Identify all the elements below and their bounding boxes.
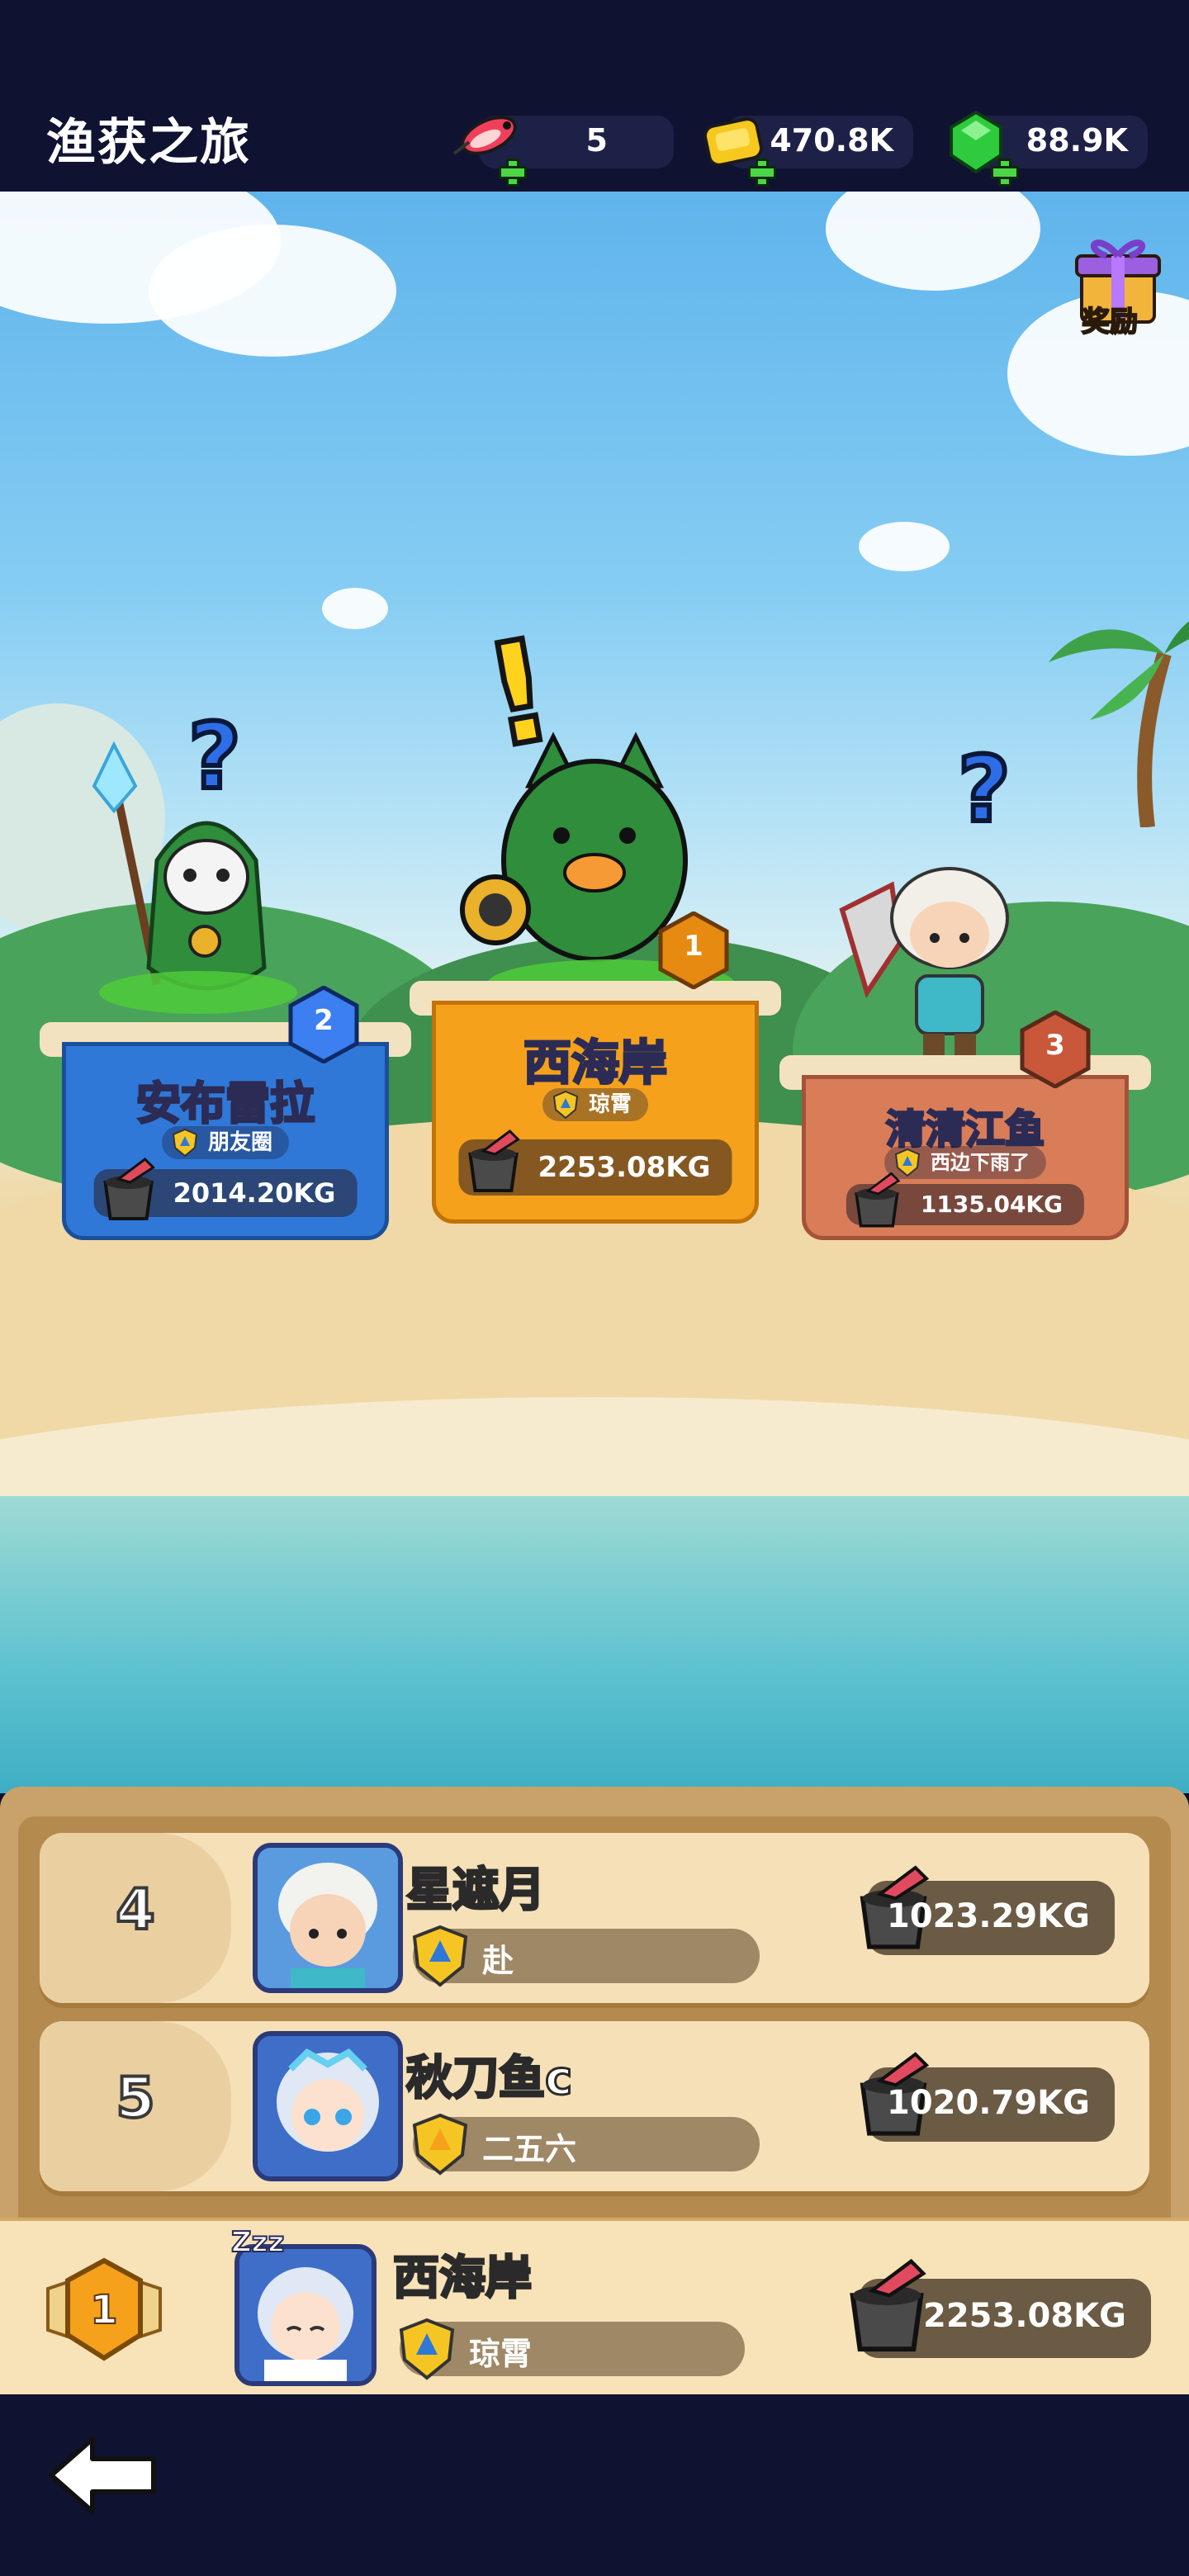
club-name: 朋友圈: [207, 1130, 273, 1155]
podium-first-weight: 2253.08KG: [458, 1129, 732, 1196]
avatar: [234, 2244, 377, 2386]
weight-tag: 1020.79KG: [860, 2052, 1115, 2142]
leaderboard-panel: 4 星遮月 赴 1023.29KG 5 秋刀鱼c 二五六 1020.79KG: [0, 1787, 1189, 2246]
weight-value: 2253.08KG: [538, 1151, 711, 1184]
club-name: 赴: [482, 1943, 514, 1979]
rank-number: 4: [114, 1876, 156, 1944]
gold-amount: 470.8K: [770, 122, 893, 159]
rank-number: 5: [114, 2064, 156, 2133]
add-gem-icon[interactable]: [991, 159, 1019, 187]
fish-bucket-icon: [855, 1172, 901, 1228]
rank-badge-3: 3: [1019, 1010, 1092, 1089]
podium-second-club: 朋友圈: [161, 1126, 290, 1159]
page-title: 渔获之旅: [46, 114, 251, 172]
club-name: 二五六: [482, 2131, 577, 2167]
player-name: 秋刀鱼c: [405, 2051, 573, 2107]
club-shield-icon: [172, 1128, 198, 1158]
weight-value: 1020.79KG: [886, 2084, 1090, 2122]
lure-resource[interactable]: 5: [452, 116, 674, 187]
gold-resource[interactable]: 470.8K: [703, 116, 913, 187]
palm-tree-icon: [1049, 621, 1189, 827]
club-tag: 二五六: [412, 2113, 760, 2176]
top-bar: 渔获之旅 5 470.8K 88.9K: [0, 0, 1189, 192]
rank-number: 3: [1045, 1029, 1065, 1062]
club-name: 琼霄: [588, 1092, 632, 1117]
lure-count: 5: [585, 122, 608, 159]
cloud: [149, 225, 396, 357]
cloud: [826, 192, 1040, 291]
weight-value: 2014.20KG: [173, 1177, 336, 1209]
podium-second-name: 安布雷拉: [135, 1077, 316, 1131]
rank-badge-2: 2: [287, 985, 360, 1064]
podium-third-weight: 1135.04KG: [846, 1172, 1085, 1228]
sleep-indicator: Zzz: [230, 2225, 285, 2260]
weight-value: 1135.04KG: [920, 1191, 1063, 1218]
podium-first[interactable]: 西海岸 琼霄 2253.08KG 1: [410, 911, 781, 1245]
fish-bucket-icon: [468, 1129, 520, 1192]
club-tag: 赴: [412, 1925, 760, 1987]
list-item[interactable]: 5 秋刀鱼c 二五六 1020.79KG: [40, 2021, 1149, 2191]
my-player-name: 西海岸: [392, 2251, 533, 2307]
add-lure-icon[interactable]: [499, 159, 527, 187]
question-mark-icon: ?: [955, 734, 1013, 845]
reward-label[interactable]: 奖励: [1081, 299, 1139, 339]
beach-scene: 奖励 ? ! ? 安布雷拉 朋友圈 2014.20KG 2 西海岸 琼霄 225…: [0, 192, 1189, 1793]
add-gold-icon[interactable]: [748, 159, 776, 187]
podium-second[interactable]: 安布雷拉 朋友圈 2014.20KG 2: [40, 985, 411, 1245]
rank-badge-1: 1: [657, 911, 730, 990]
bottom-bar: [0, 2394, 1189, 2576]
back-arrow-icon[interactable]: [46, 2434, 162, 2517]
rank-medal-icon: 1: [40, 2256, 168, 2365]
sea: [0, 1496, 1189, 1793]
svg-text:1: 1: [90, 2287, 117, 2333]
club-shield-icon: [412, 2113, 468, 2176]
cloud: [859, 522, 950, 571]
gem-amount: 88.9K: [1026, 122, 1128, 159]
club-shield-icon: [552, 1090, 579, 1120]
club-shield-icon: [399, 2318, 455, 2380]
weight-value: 1023.29KG: [886, 1897, 1090, 1935]
weight-value: 2253.08KG: [922, 2297, 1126, 2335]
club-name: 西边下雨了: [931, 1151, 1030, 1174]
gem-resource[interactable]: 88.9K: [950, 110, 1148, 187]
avatar: [253, 2031, 403, 2181]
list-item[interactable]: 4 星遮月 赴 1023.29KG: [40, 1833, 1149, 2003]
club-shield-icon: [412, 1925, 468, 1987]
fish-bucket-icon: [103, 1158, 155, 1220]
podium-first-name: 西海岸: [522, 1034, 668, 1092]
my-club-tag: 琼霄: [399, 2318, 745, 2380]
club-name: 琼霄: [469, 2336, 533, 2372]
my-rank-row[interactable]: 1 1 Zzz 西海岸 琼霄 2253.08KG: [0, 2218, 1189, 2398]
podium-third[interactable]: 清清江鱼 西边下雨了 1135.04KG 3: [779, 1010, 1151, 1245]
podium-third-club: 西边下雨了: [884, 1146, 1046, 1179]
weight-tag: 1023.29KG: [860, 1865, 1115, 1955]
cloud: [322, 588, 388, 629]
player-name: 星遮月: [405, 1863, 547, 1919]
podium-second-weight: 2014.20KG: [93, 1158, 358, 1220]
my-weight-tag: 2253.08KG: [850, 2258, 1151, 2358]
podium-first-club: 琼霄: [542, 1088, 649, 1121]
rank-number: 1: [684, 930, 703, 963]
avatar: [253, 1843, 403, 1993]
cat-wizard-character: [92, 741, 297, 1014]
rank-number: 2: [314, 1004, 334, 1037]
